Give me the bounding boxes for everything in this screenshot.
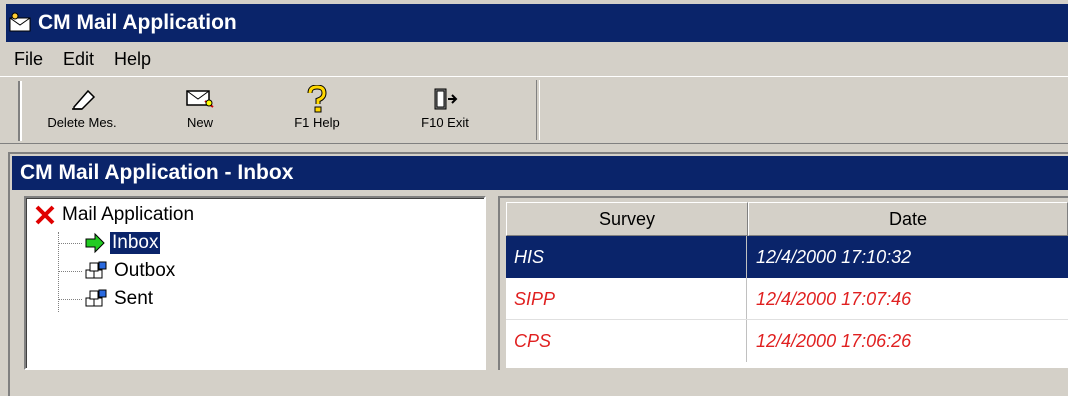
menu-help[interactable]: Help	[114, 49, 151, 70]
tree-root-label: Mail Application	[62, 204, 195, 225]
survey-cell: SIPP	[514, 288, 556, 309]
toolbar: Delete Mes. New F1 Help F10 Exit	[18, 81, 540, 141]
tree-branch	[58, 242, 82, 244]
survey-cell: HIS	[514, 246, 545, 267]
list-row[interactable]: CPS 12/4/2000 17:06:26	[506, 320, 1068, 362]
help-label: F1 Help	[294, 115, 340, 130]
exit-label: F10 Exit	[421, 115, 469, 130]
toolbar-separator	[536, 80, 540, 140]
title-bar: CM Mail Application	[0, 0, 1068, 42]
tree-item-inbox[interactable]: Inbox	[58, 231, 162, 255]
tree-item-sent-label: Sent	[114, 288, 154, 309]
toolbar-area: Delete Mes. New F1 Help F10 Exit	[0, 76, 1068, 144]
cubes-icon	[85, 289, 107, 307]
green-arrow-icon	[85, 232, 105, 254]
list-row[interactable]: SIPP 12/4/2000 17:07:46	[506, 278, 1068, 320]
menu-file[interactable]: File	[14, 49, 43, 70]
tree-item-inbox-label: Inbox	[108, 231, 162, 255]
folder-tree[interactable]: Mail Application Inbox Outbox Sent	[24, 196, 486, 370]
tree-root-mail-application[interactable]: Mail Application	[34, 204, 194, 226]
inbox-window-title: CM Mail Application - Inbox	[12, 156, 1068, 190]
survey-cell: CPS	[514, 330, 552, 351]
tree-branch	[58, 270, 82, 272]
eraser-icon	[72, 89, 96, 110]
red-x-icon	[35, 205, 55, 225]
new-mail-icon	[186, 90, 214, 108]
window-title: CM Mail Application	[38, 11, 237, 34]
column-divider	[746, 320, 747, 362]
date-cell: 12/4/2000 17:07:46	[756, 288, 912, 309]
tree-item-outbox-label: Outbox	[114, 260, 176, 281]
help-question-icon	[307, 85, 327, 113]
column-divider	[746, 236, 747, 278]
menu-edit[interactable]: Edit	[63, 49, 94, 70]
message-list[interactable]: Survey Date HIS 12/4/2000 17:10:32 SIPP …	[506, 202, 1068, 368]
tree-item-sent[interactable]: Sent	[58, 288, 155, 310]
new-message-label: New	[186, 115, 213, 130]
date-cell: 12/4/2000 17:10:32	[756, 246, 912, 267]
menu-bar: File Edit Help	[0, 42, 1068, 76]
delete-message-button[interactable]: Delete Mes.	[34, 83, 130, 139]
cubes-icon	[85, 261, 107, 279]
tree-branch	[58, 298, 82, 300]
column-divider	[746, 278, 747, 320]
column-header-date[interactable]: Date	[748, 202, 1068, 236]
exit-button[interactable]: F10 Exit	[400, 83, 490, 139]
delete-message-label: Delete Mes.	[47, 115, 117, 130]
list-row[interactable]: HIS 12/4/2000 17:10:32	[506, 236, 1068, 278]
tree-item-outbox[interactable]: Outbox	[58, 260, 177, 282]
help-button[interactable]: F1 Help	[282, 83, 352, 139]
exit-door-icon	[434, 88, 458, 110]
mail-app-icon	[9, 12, 31, 32]
date-cell: 12/4/2000 17:06:26	[756, 330, 912, 351]
new-message-button[interactable]: New	[170, 83, 230, 139]
column-header-survey[interactable]: Survey	[506, 202, 748, 236]
status-bar	[24, 376, 1068, 396]
